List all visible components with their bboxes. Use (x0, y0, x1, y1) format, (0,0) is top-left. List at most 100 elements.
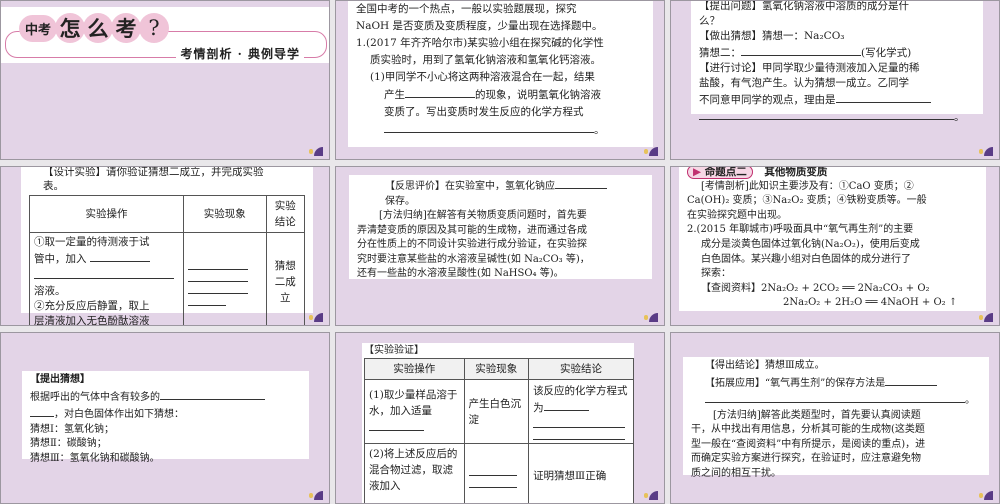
text: 。 (965, 395, 975, 406)
corner-decoration-icon (307, 490, 323, 500)
text-line: 【拓展应用】“氧气再生剂”的保存方法是 (691, 374, 981, 392)
text-line: 猜想Ⅲ：氢氧化钠和碳酸钠。 (30, 452, 301, 467)
text-line: [考情剖析]此知识主要涉及有：①CaO 变质；② (687, 180, 978, 195)
answer-blank[interactable] (405, 86, 475, 98)
text-line: 成分是淡黄色固体过氧化钠(Na₂O₂)，使用后变成 (687, 238, 978, 253)
answer-blank[interactable] (188, 270, 248, 282)
text-box: 【提出猜想】 根据呼出的气体中含有较多的 ，对白色固体作出如下猜想： 猜想Ⅰ：氢… (22, 371, 309, 459)
slide-2[interactable]: 全国中考的一个热点，一般以实验题展现，探究 NaOH 是否变质及变质程度，少量出… (335, 0, 665, 160)
text-line: (1)甲同学不小心将这两种溶液混合在一起，结果 (356, 69, 645, 86)
text: 【拓展应用】“氧气再生剂”的保存方法是 (705, 378, 885, 389)
operation-cell: (1)取少量样品溶于水，加入适量 (365, 380, 465, 444)
text: ①取一定量的待测液于试 (34, 235, 179, 250)
conclusion-cell: 猜想二成立 (266, 233, 305, 327)
text: (写化学式) (861, 47, 911, 59)
text-line: 。 (691, 391, 981, 409)
text-line: 干，从中找出有用信息，分析其可能的生成物(这类题 (691, 423, 981, 438)
text-line: 表。 (29, 179, 305, 193)
slide-9[interactable]: 【得出结论】猜想Ⅲ成立。 【拓展应用】“氧气再生剂”的保存方法是 。 [方法归纳… (670, 332, 1000, 504)
title-char: 怎 (55, 13, 85, 43)
corner-decoration-icon (307, 146, 323, 156)
slide-8[interactable]: 【实验验证】 实验操作实验现象实验结论 (1)取少量样品溶于水，加入适量 产生白… (335, 332, 665, 504)
table-row: (1)取少量样品溶于水，加入适量 产生白色沉淀 该反应的化学方程式为 (365, 380, 634, 444)
text: 管中，加入 (34, 250, 179, 267)
text-line: 型一般在“查阅资料”中有所提示，是阅读的重点)，进 (691, 438, 981, 453)
title-banner: 中考 怎 么 考 ? 考情剖析 · 典例导学 (1, 7, 330, 63)
slide-1[interactable]: 中考 怎 么 考 ? 考情剖析 · 典例导学 (0, 0, 330, 160)
text-box: 【实验验证】 实验操作实验现象实验结论 (1)取少量样品溶于水，加入适量 产生白… (362, 343, 634, 504)
text: 管中，加入 (34, 253, 87, 265)
column-header: 实验结论 (266, 196, 305, 233)
text-line: 弄清楚变质的原因及其可能的生成物，进而通过各成 (357, 224, 644, 239)
text-line: 全国中考的一个热点，一般以实验题展现，探究 (356, 1, 645, 18)
answer-blank[interactable] (188, 258, 248, 270)
answer-blank[interactable] (30, 405, 54, 417)
slide-5[interactable]: 【反思评价】在实验室中，氢氧化钠应 保存。 [方法归纳]在解答有关物质变质问题时… (335, 166, 665, 326)
answer-blank[interactable] (384, 121, 594, 133)
operation-cell: (2)将上述反应后的混合物过滤，取滤液加入 (365, 444, 465, 504)
text-line: Ca(OH)₂ 变质；③Na₂O₂ 变质；④铁粉变质等。一般 (687, 194, 978, 209)
answer-blank[interactable] (699, 108, 954, 120)
phenomenon-cell: 产生白色沉淀 (464, 380, 529, 444)
answer-blank[interactable] (469, 476, 517, 488)
answer-blank[interactable] (34, 267, 174, 279)
answer-blank[interactable] (533, 416, 625, 428)
text-line: 保存。 (357, 195, 644, 210)
answer-blank[interactable] (160, 388, 265, 400)
title-char: 考 (111, 13, 141, 43)
answer-blank[interactable] (705, 391, 965, 403)
answer-blank[interactable] (188, 294, 226, 306)
text-line: 质之间的相互干扰。 (691, 467, 981, 482)
text-line: 究时要注意某些盐的水溶液呈碱性(如 Na₂CO₃ 等)， (357, 253, 644, 268)
answer-blank[interactable] (555, 177, 607, 189)
answer-blank[interactable] (188, 282, 248, 294)
text-line: 【反思评价】在实验室中，氢氧化钠应 (357, 177, 644, 195)
text-line: 2.(2015 年聊城市)呼吸面具中“氧气再生剂”的主要 (687, 223, 978, 238)
conclusion-cell: 该反应的化学方程式为 (529, 380, 634, 444)
text-line: 猜想Ⅰ：氢氧化钠； (30, 423, 301, 438)
text-line: 【设计实验】请你验证猜想二成立，并完成实验 (29, 166, 305, 179)
text: 的现象，说明氢氧化钠溶液 (475, 89, 601, 101)
text: 层清液加入无色酚酞溶液 (34, 314, 179, 326)
title-group: 中考 怎 么 考 ? (19, 13, 169, 43)
text: ②充分反应后静置，取上 (34, 299, 179, 314)
section-title: 其他物质变质 (764, 166, 827, 178)
text: ，对白色固体作出如下猜想： (54, 409, 184, 420)
answer-blank[interactable] (90, 250, 150, 262)
text-line: 【得出结论】猜想Ⅲ成立。 (691, 359, 981, 374)
section-title: 【实验验证】 (364, 343, 634, 358)
answer-blank[interactable] (369, 419, 424, 431)
text-line: 盐酸，有气泡产生。认为猜想一成立。乙同学 (699, 76, 975, 91)
text-box: 全国中考的一个热点，一般以实验题展现，探究 NaOH 是否变质及变质程度，少量出… (348, 0, 653, 147)
text-line: 质实验时，用到了氢氧化钠溶液和氢氧化钙溶液。 (356, 52, 645, 69)
answer-blank[interactable] (469, 464, 517, 476)
table-row: ①取一定量的待测液于试管中，加入 溶液。②充分反应后静置，取上层清液加入无色酚酞… (30, 233, 305, 327)
title-prefix: 中考 (19, 15, 57, 42)
text-line: 产生 的现象，说明氢氧化钠溶液 (356, 86, 645, 104)
answer-blank[interactable] (885, 374, 937, 386)
text-line: 。 (699, 108, 975, 125)
text-line: 1.(2017 年齐齐哈尔市)某实验小组在探究碱的化学性 (356, 35, 645, 52)
experiment-table: 实验操作实验现象实验结论 ①取一定量的待测液于试管中，加入 溶液。②充分反应后静… (29, 195, 305, 326)
answer-blank[interactable] (741, 44, 861, 56)
text-box: 【得出结论】猜想Ⅲ成立。 【拓展应用】“氧气再生剂”的保存方法是 。 [方法归纳… (683, 357, 989, 475)
text-line: 2Na₂O₂ + 2H₂O ══ 4NaOH + O₂ ↑ (687, 296, 978, 311)
text-line: 猜想Ⅱ：碳酸钠； (30, 437, 301, 452)
slide-3[interactable]: 【提出问题】氢氧化钠溶液中溶质的成分是什 么？ 【做出猜想】猜想一：Na₂CO₃… (670, 0, 1000, 160)
text: 溶液。 (34, 284, 179, 299)
slide-6[interactable]: ▶ 命题点二 其他物质变质 [考情剖析]此知识主要涉及有：①CaO 变质；② C… (670, 166, 1000, 326)
slide-4[interactable]: 【设计实验】请你验证猜想二成立，并完成实验 表。 实验操作实验现象实验结论 ①取… (0, 166, 330, 326)
text: 产生 (384, 89, 405, 101)
corner-decoration-icon (642, 490, 658, 500)
text-line: 。 (356, 121, 645, 139)
answer-blank[interactable] (533, 428, 625, 440)
text-line: 【进行讨论】甲同学取少量待测液加入足量的稀 (699, 61, 975, 76)
corner-decoration-icon (977, 490, 993, 500)
text-line: 【查阅资料】2Na₂O₂ + 2CO₂ ══ 2Na₂CO₃ + O₂ (687, 282, 978, 297)
answer-blank[interactable] (836, 91, 931, 103)
text-line: 【提出问题】氢氧化钠溶液中溶质的成分是什 (699, 0, 975, 14)
corner-decoration-icon (977, 146, 993, 156)
answer-blank[interactable] (544, 399, 589, 411)
slide-7[interactable]: 【提出猜想】 根据呼出的气体中含有较多的 ，对白色固体作出如下猜想： 猜想Ⅰ：氢… (0, 332, 330, 504)
conclusion-cell: 证明猜想Ⅲ正确 (529, 444, 634, 504)
